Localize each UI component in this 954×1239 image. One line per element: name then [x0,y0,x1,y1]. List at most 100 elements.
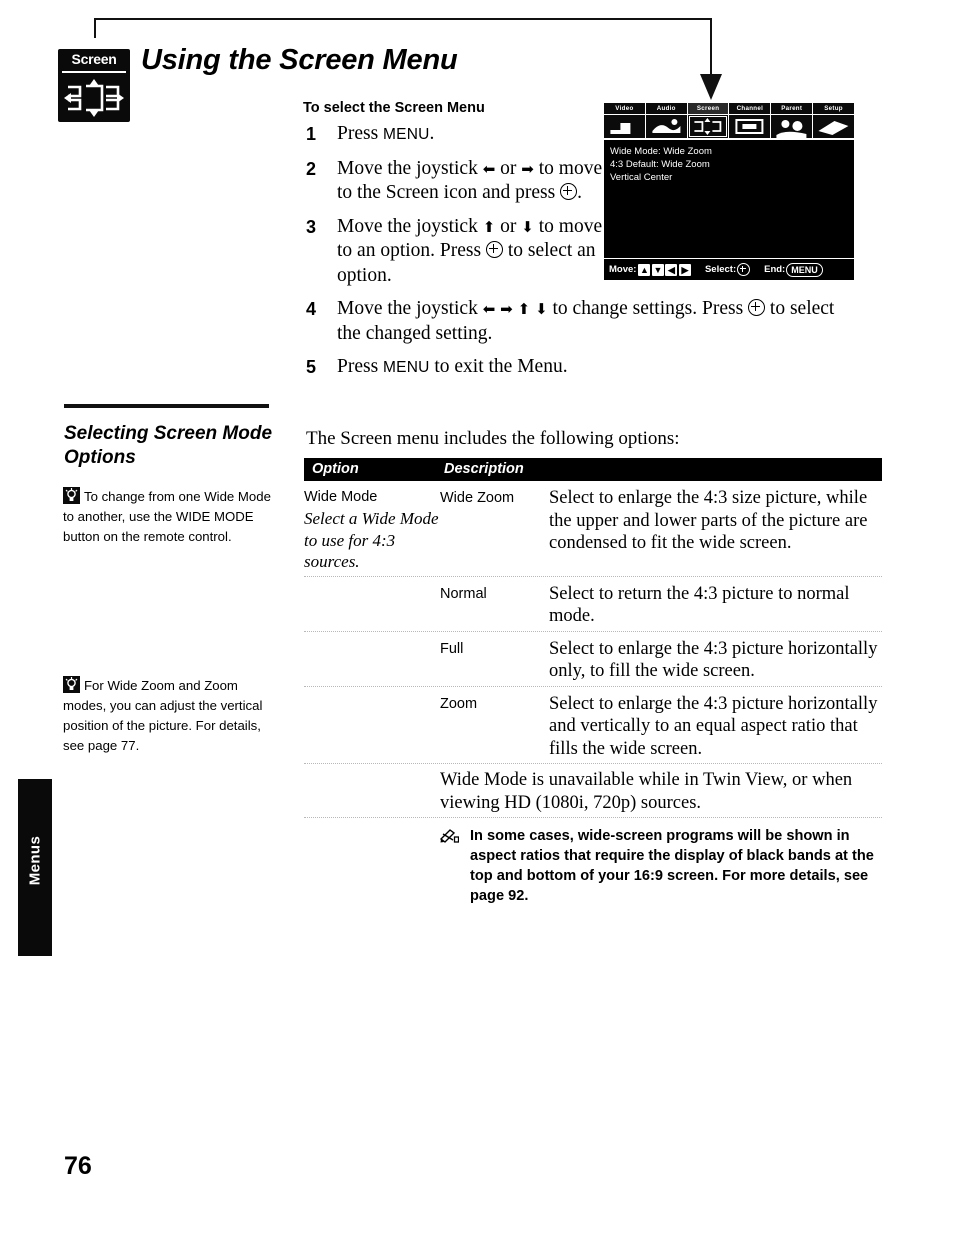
step-text-after: . [429,123,435,144]
step-number: 4 [306,299,317,319]
cell-description: Select to enlarge the 4:3 picture horizo… [549,638,878,682]
option-name: Wide Mode [304,489,378,505]
osd-tab-bar: Video Audio Screen Channel Parent Setup [604,103,854,114]
arrow-up-icon: ⬆ [517,302,531,318]
table-row: Wide Mode Select a Wide Mode to use for … [304,481,882,573]
cell-option [304,583,440,628]
osd-tab-channel[interactable]: Channel [729,103,771,114]
table-intro-text: The Screen menu includes the following o… [306,428,680,449]
cell-description: Select to enlarge the 4:3 picture horizo… [549,693,878,759]
step-text: Move the joystick ⬅ or ➡ to move to the … [337,157,603,204]
tip-note-text: For Wide Zoom and Zoom modes, you can ad… [63,678,263,753]
column-header-description: Description [444,461,524,477]
section-title: Selecting Screen Mode Options [64,423,273,468]
osd-tab-screen[interactable]: Screen [687,103,729,114]
cell-option: Wide Mode Select a Wide Mode to use for … [304,487,440,573]
table-warning-text: In some cases, wide-screen programs will… [470,828,874,904]
document-page: Screen Using the Screen Menu To select t… [0,0,954,1239]
note-pencil-icon [439,828,460,843]
osd-status-bar: Move: ▲ ▼ ◀ ▶ Select: End: MENU [604,259,854,280]
step-text-before: Press [337,123,384,144]
osd-menu-item-43-default[interactable]: 4:3 Default: Wide Zoom [610,158,854,171]
osd-icon-setup[interactable] [813,115,854,138]
osd-tab-parent[interactable]: Parent [771,103,813,114]
chapter-side-tab: Menus [18,779,52,956]
table-row: Normal Select to return the 4:3 picture … [304,577,882,628]
arrow-right-icon: ➡ [500,302,513,318]
osd-key-right-icon[interactable]: ▶ [678,263,691,276]
step-text: Move the joystick ⬅ ➡ ⬆ ⬇ to change sett… [337,298,835,344]
chapter-side-tab-label: Menus [26,835,44,886]
osd-select-label: Select: [704,264,737,275]
section-divider [64,404,269,408]
tip-note-wide-mode-button: To change from one Wide Mode to another,… [63,487,276,547]
callout-arrowhead-icon [700,74,722,100]
step-number: 5 [306,357,317,377]
step-text-before: Press [337,356,384,377]
screen-menu-badge: Screen [58,49,130,122]
cell-description: Select to enlarge the 4:3 size picture, … [549,488,868,553]
osd-menu-item-vertical-center[interactable]: Vertical Center [610,171,854,184]
table-header-row: Option Description [304,458,882,481]
table-tail-note: Wide Mode is unavailable while in Twin V… [440,770,853,813]
osd-tab-video[interactable]: Video [604,103,645,114]
osd-end-label: End: [764,264,786,275]
step-keyword: MENU [383,126,430,143]
step-text-after: to exit the Menu. [429,356,568,377]
column-header-option: Option [312,461,359,477]
cell-mode: Normal [440,585,487,602]
arrow-left-icon: ⬅ [482,161,496,178]
list-item: 5 Press MENU to exit the Menu. [303,355,823,381]
screen-badge-divider [62,71,126,73]
osd-menu-panel: Wide Mode: Wide Zoom 4:3 Default: Wide Z… [604,140,854,258]
osd-move-label: Move: [609,264,637,275]
screen-mode-icon [64,79,124,117]
step-text: Move the joystick ⬆ or ⬇ to move to an o… [337,215,603,286]
tip-note-text: To change from one Wide Mode to another,… [63,489,271,544]
osd-key-down-icon[interactable]: ▼ [651,263,664,276]
cell-mode: Wide Zoom [440,490,515,506]
arrow-left-icon: ⬅ [482,302,496,318]
page-number: 76 [64,1152,92,1180]
tip-note-vertical-position: For Wide Zoom and Zoom modes, you can ad… [63,676,281,756]
arrow-down-icon: ⬇ [535,302,548,318]
osd-icon-screen[interactable] [687,115,729,138]
osd-tab-audio[interactable]: Audio [645,103,687,114]
callout-line-horizontal [94,18,712,20]
callout-line-left-tick [94,18,96,38]
callout-line-vertical [710,18,712,80]
osd-key-up-icon[interactable]: ▲ [638,263,651,276]
step-text: Press MENU. [337,122,607,148]
table-warning-note: In some cases, wide-screen programs will… [304,818,882,906]
arrow-right-icon: ➡ [521,161,534,178]
osd-move-keys: ▲ ▼ ◀ ▶ [638,263,691,276]
lightbulb-icon [63,676,80,693]
osd-end-menu-button[interactable]: MENU [786,262,823,277]
tv-osd-screenshot: Video Audio Screen Channel Parent Setup [604,103,854,280]
arrow-up-icon: ⬆ [482,219,496,236]
osd-icon-video[interactable] [604,115,645,138]
osd-tab-setup[interactable]: Setup [813,103,854,114]
options-table: Option Description Wide Mode Select a Wi… [304,458,882,906]
enter-button-icon [748,299,766,316]
enter-button-icon [485,241,503,258]
cell-description: Select to return the 4:3 picture to norm… [549,583,850,627]
step-number: 2 [306,158,317,179]
list-item: 4 Move the joystick ⬅ ➡ ⬆ ⬇ to change se… [303,297,834,346]
screen-badge-label: Screen [71,51,117,67]
osd-key-left-icon[interactable]: ◀ [665,263,678,276]
osd-menu-item-wide-mode[interactable]: Wide Mode: Wide Zoom [610,145,854,158]
step-number: 3 [306,216,317,237]
page-title: Using the Screen Menu [141,44,458,76]
table-row: Full Select to enlarge the 4:3 picture h… [304,632,882,683]
osd-icon-parent[interactable] [771,115,813,138]
lightbulb-icon [63,487,80,504]
osd-icon-channel[interactable] [729,115,771,138]
step-number: 1 [306,124,317,144]
osd-select-button-icon [737,263,751,276]
arrow-down-icon: ⬇ [521,219,534,236]
osd-icon-audio[interactable] [645,115,687,138]
step-text: Press MENU to exit the Menu. [337,355,857,381]
step-keyword: MENU [383,359,430,376]
cell-mode: Zoom [440,695,478,712]
